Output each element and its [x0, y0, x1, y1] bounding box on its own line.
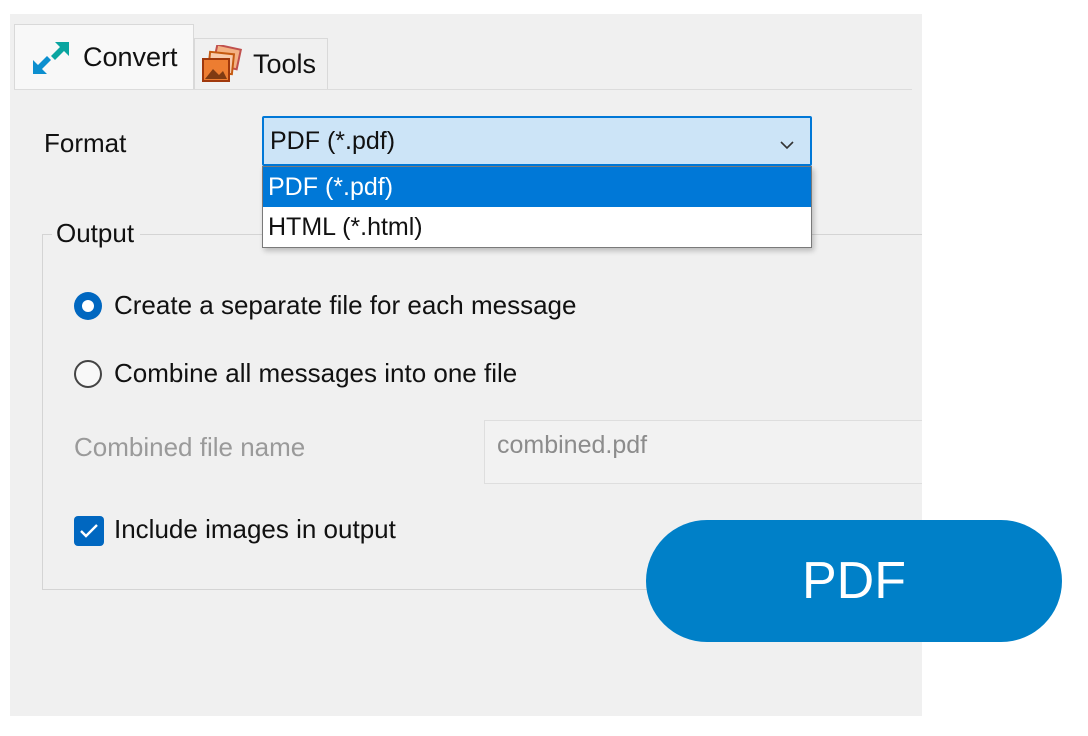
- format-select-value: PDF (*.pdf): [270, 126, 396, 155]
- format-option-pdf[interactable]: PDF (*.pdf): [263, 167, 811, 207]
- tab-tools-label: Tools: [253, 49, 317, 79]
- checkmark-icon: [80, 524, 98, 538]
- format-option-html[interactable]: HTML (*.html): [263, 207, 811, 247]
- tab-convert-label: Convert: [83, 42, 178, 72]
- output-group-title: Output: [52, 218, 141, 249]
- tab-tools[interactable]: Tools: [194, 38, 328, 90]
- combined-file-name-label: Combined file name: [74, 432, 306, 462]
- combine-files-label[interactable]: Combine all messages into one file: [114, 358, 517, 389]
- pdf-badge-text: PDF: [802, 552, 906, 610]
- tab-strip: Convert Tools: [14, 24, 912, 90]
- images-stack-icon: [201, 43, 243, 85]
- chevron-down-icon[interactable]: [778, 132, 796, 150]
- pdf-badge: PDF: [646, 520, 1062, 642]
- separate-file-radio[interactable]: [74, 292, 102, 320]
- format-select[interactable]: PDF (*.pdf): [262, 116, 812, 166]
- format-dropdown-list: PDF (*.pdf) HTML (*.html): [262, 166, 812, 248]
- include-images-checkbox[interactable]: [74, 516, 104, 546]
- combined-file-name-input[interactable]: combined.pdf: [484, 420, 922, 484]
- include-images-label[interactable]: Include images in output: [114, 514, 396, 545]
- arrows-diagonal-icon: [29, 38, 73, 78]
- format-label: Format: [44, 128, 127, 158]
- tab-convert[interactable]: Convert: [14, 24, 194, 90]
- tab-divider: [14, 89, 912, 90]
- separate-file-label[interactable]: Create a separate file for each message: [114, 290, 576, 321]
- combine-files-radio[interactable]: [74, 360, 102, 388]
